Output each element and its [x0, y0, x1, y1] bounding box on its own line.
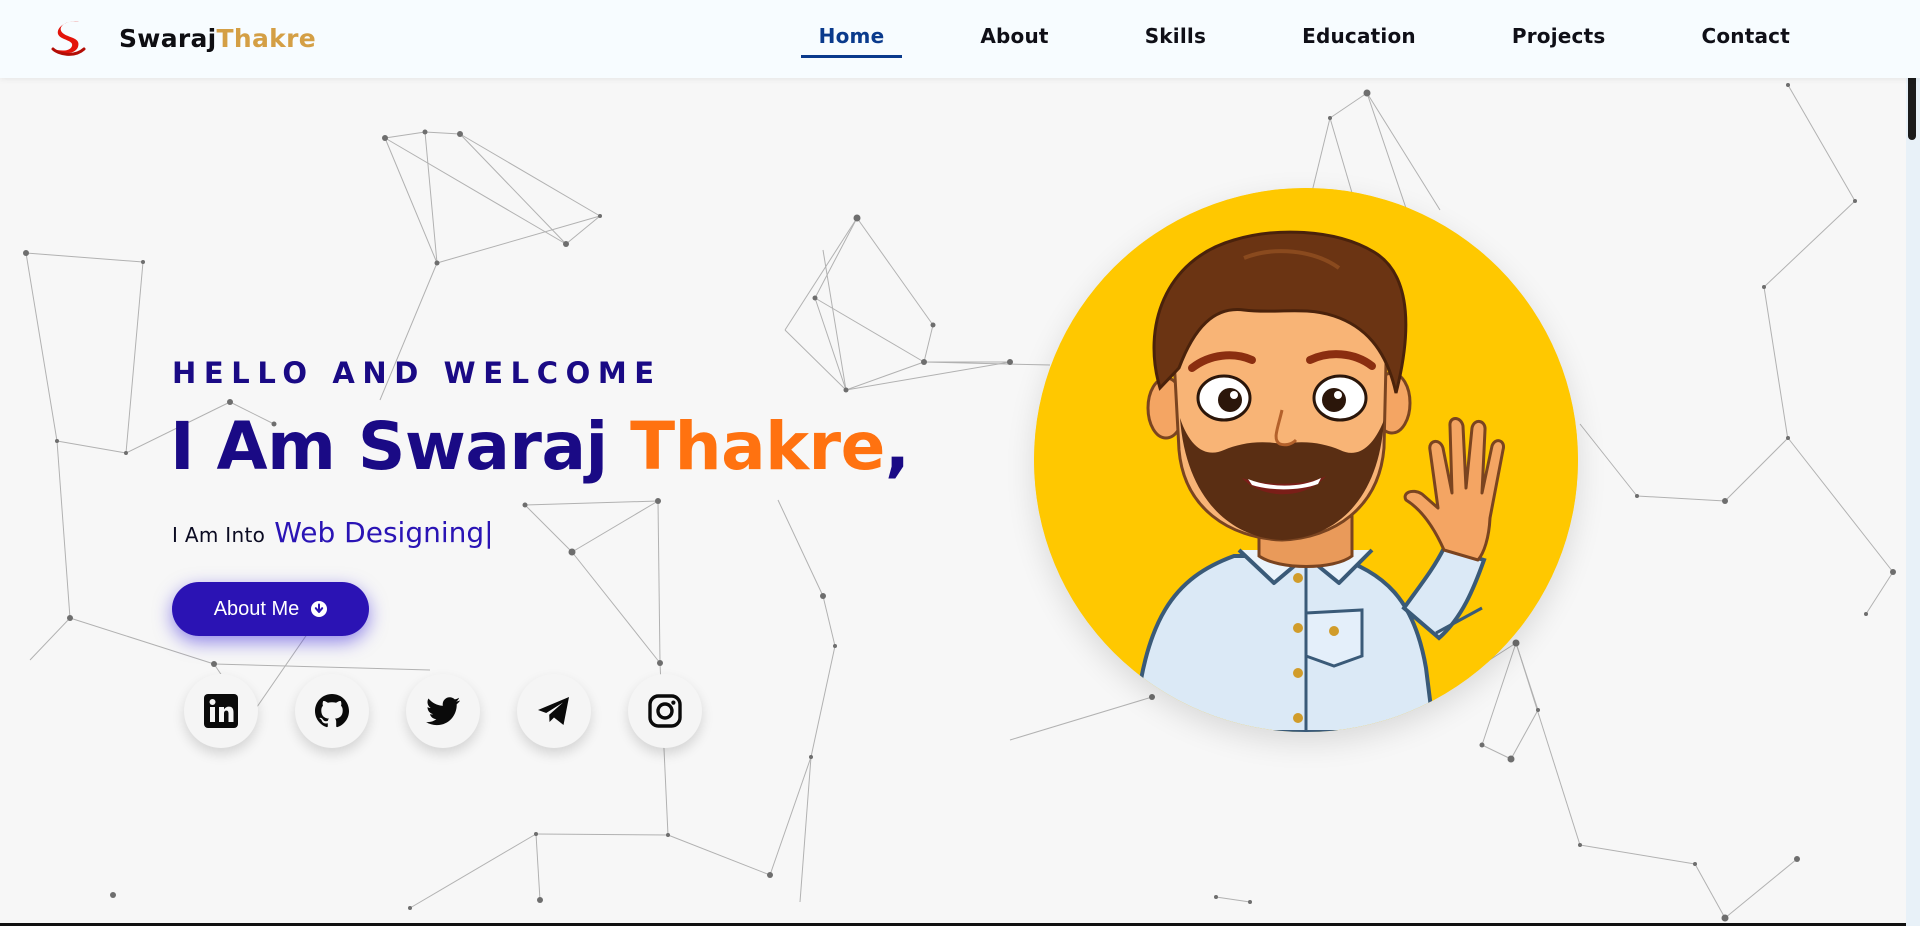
nav-item-contact: Contact: [1683, 0, 1808, 78]
linkedin-icon: [204, 694, 238, 728]
nav-item-about: About: [962, 0, 1066, 78]
nav-menu: Home About Skills Education Projects Con…: [741, 0, 1920, 78]
telegram-icon: [538, 697, 569, 725]
nav-link-about[interactable]: About: [962, 0, 1066, 78]
github-icon: [315, 694, 349, 728]
brand-first-name: Swaraj: [119, 23, 217, 53]
arrow-down-circle-icon: [311, 601, 328, 617]
brand-name: SwarajThakre: [119, 24, 316, 53]
active-nav-underline: [800, 55, 903, 58]
twitter-icon: [426, 697, 460, 726]
hero-eyebrow: HELLO AND WELCOME: [172, 356, 662, 390]
typing-word: Web Designing: [274, 516, 485, 549]
headline-prefix: I Am Swaraj: [170, 408, 631, 485]
s-logo-icon: [51, 21, 86, 56]
about-me-label: About Me: [213, 597, 300, 620]
brand-link[interactable]: SwarajThakre: [48, 16, 316, 60]
hero-headline: I Am Swaraj Thakre,: [170, 408, 910, 485]
typing-prefix: I Am Into: [172, 523, 266, 547]
instagram-icon: [648, 694, 682, 728]
nav-item-home: Home: [800, 0, 903, 78]
twitter-link[interactable]: [406, 674, 480, 748]
instagram-link[interactable]: [628, 674, 702, 748]
about-me-button[interactable]: About Me: [172, 582, 369, 636]
nav-link-projects[interactable]: Projects: [1494, 0, 1624, 78]
linkedin-link[interactable]: [184, 674, 258, 748]
nav-item-education: Education: [1284, 0, 1434, 78]
waving-cartoon-avatar: [1034, 188, 1578, 732]
profile-avatar: [1034, 188, 1578, 732]
nav-link-education[interactable]: Education: [1284, 0, 1434, 78]
navbar: SwarajThakre Home About Skills Education…: [0, 0, 1920, 78]
telegram-link[interactable]: [517, 674, 591, 748]
typing-line: I Am Into Web Designing|: [172, 516, 494, 549]
headline-suffix: ,: [884, 408, 910, 485]
brand-last-name: Thakre: [216, 23, 316, 53]
typing-caret: |: [484, 516, 494, 549]
nav-link-skills[interactable]: Skills: [1127, 0, 1224, 78]
github-link[interactable]: [295, 674, 369, 748]
nav-item-projects: Projects: [1494, 0, 1624, 78]
nav-link-contact[interactable]: Contact: [1683, 0, 1808, 78]
nav-item-skills: Skills: [1127, 0, 1224, 78]
headline-accent-name: Thakre: [630, 408, 885, 485]
social-links: [184, 674, 739, 748]
nav-link-home[interactable]: Home: [801, 0, 903, 78]
